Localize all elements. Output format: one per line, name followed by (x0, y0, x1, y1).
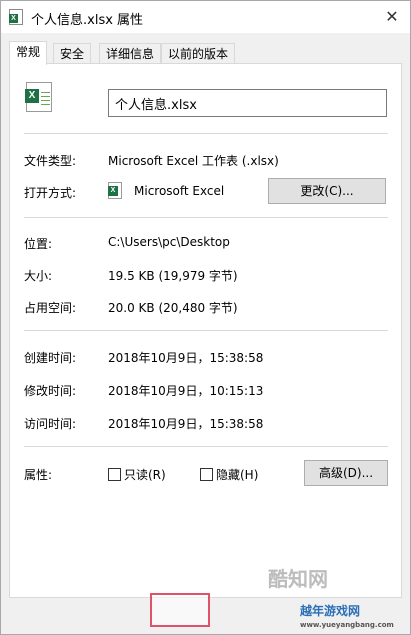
accessed-label: 访问时间: (24, 417, 77, 431)
window-title: 个人信息.xlsx 属性 (31, 13, 144, 28)
properties-window: X 个人信息.xlsx 属性 ✕ 常规 安全 详细信息 以前的版本 X 个人信息… (0, 0, 411, 635)
accessed-value: 2018年10月9日，15:38:58 (108, 417, 264, 431)
tab-security[interactable]: 安全 (53, 43, 92, 64)
open-with-label: 打开方式: (24, 186, 77, 200)
watermark-site: 越年游戏网 (300, 604, 361, 618)
divider (24, 217, 388, 218)
hidden-checkbox[interactable] (200, 468, 213, 481)
readonly-checkbox[interactable] (108, 468, 121, 481)
location-label: 位置: (24, 237, 53, 251)
readonly-checkbox-label[interactable]: 只读(R) (124, 466, 166, 483)
location-value: C:\Users\pc\Desktop (108, 235, 230, 249)
tab-details[interactable]: 详细信息 (99, 43, 162, 64)
general-panel: X 个人信息.xlsx 文件类型: Microsoft Excel 工作表 (.… (9, 63, 402, 598)
excel-file-icon: X (9, 9, 23, 25)
open-with-value: Microsoft Excel (134, 184, 225, 198)
excel-file-icon: X (25, 82, 52, 112)
size-on-disk-value: 20.0 KB (20,480 字节) (108, 301, 238, 315)
watermark-url: www.yueyangbang.com (300, 621, 394, 629)
size-on-disk-label: 占用空间: (24, 301, 77, 315)
created-label: 创建时间: (24, 351, 77, 365)
advanced-button[interactable]: 高级(D)... (304, 460, 388, 486)
watermark-brand: 酷知网 (268, 567, 328, 591)
file-name-input[interactable]: 个人信息.xlsx (108, 89, 387, 117)
file-type-value: Microsoft Excel 工作表 (.xlsx) (108, 154, 279, 168)
attributes-label: 属性: (24, 468, 53, 482)
excel-app-icon: X (108, 182, 122, 199)
close-icon[interactable]: ✕ (382, 7, 402, 27)
modified-value: 2018年10月9日，10:15:13 (108, 384, 264, 398)
tab-bar: 常规 安全 详细信息 以前的版本 (9, 41, 399, 65)
divider (24, 133, 388, 134)
modified-label: 修改时间: (24, 384, 77, 398)
created-value: 2018年10月9日，15:38:58 (108, 351, 264, 365)
tab-previous-versions[interactable]: 以前的版本 (161, 43, 236, 64)
divider (24, 330, 388, 331)
size-label: 大小: (24, 269, 53, 283)
divider (24, 446, 388, 447)
title-bar: X 个人信息.xlsx 属性 ✕ (1, 1, 410, 33)
hidden-checkbox-label[interactable]: 隐藏(H) (216, 466, 258, 483)
size-value: 19.5 KB (19,979 字节) (108, 269, 238, 283)
file-type-label: 文件类型: (24, 154, 77, 168)
highlight-box (150, 593, 210, 627)
tab-general[interactable]: 常规 (9, 41, 48, 65)
change-button[interactable]: 更改(C)... (268, 178, 386, 204)
